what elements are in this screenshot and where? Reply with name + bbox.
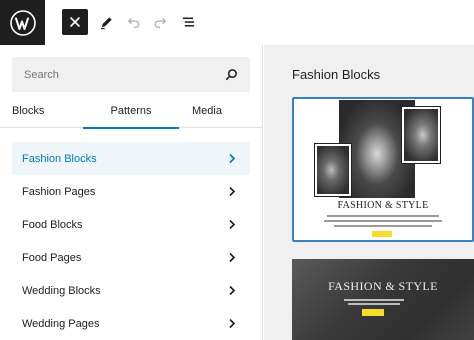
text-placeholder-line — [348, 303, 400, 305]
search-icon[interactable] — [225, 68, 238, 81]
text-placeholder-line — [334, 225, 432, 227]
wordpress-logo-glyph — [9, 9, 36, 36]
pattern-category-list: Fashion Blocks Fashion Pages Food Blocks… — [12, 142, 250, 340]
pattern-heading: FASHION & STYLE — [337, 200, 429, 211]
undo-button[interactable] — [121, 9, 147, 35]
text-placeholder-line — [324, 220, 442, 222]
redo-icon — [154, 18, 166, 28]
chevron-right-icon — [229, 318, 236, 329]
category-item[interactable]: Fashion Blocks — [12, 142, 250, 175]
pattern-preview-card[interactable]: FASHION & STYLE — [292, 259, 474, 340]
tab-media[interactable]: Media — [192, 98, 222, 128]
text-placeholder-line — [344, 299, 404, 301]
editor-window: Blocks Patterns Media Fashion Blocks Fas… — [0, 0, 474, 340]
category-label: Food Pages — [22, 251, 82, 264]
inserter-tabs: Blocks Patterns Media — [0, 98, 263, 129]
wordpress-icon[interactable] — [0, 0, 45, 45]
block-inserter-panel: Blocks Patterns Media Fashion Blocks Fas… — [0, 45, 263, 340]
chevron-right-icon — [229, 285, 236, 296]
close-icon — [70, 17, 80, 27]
close-inserter-button[interactable] — [62, 9, 88, 35]
text-placeholder-line — [327, 215, 439, 217]
pattern-preview-card[interactable]: FASHION & STYLE — [292, 97, 474, 242]
pattern-heading: FASHION & STYLE — [328, 279, 438, 293]
category-label: Food Blocks — [22, 218, 83, 231]
category-label: Fashion Blocks — [22, 152, 97, 165]
category-label: Wedding Blocks — [22, 284, 101, 297]
category-item[interactable]: Fashion Pages — [12, 175, 250, 208]
search-input[interactable] — [12, 57, 250, 92]
pattern-preview-content: FASHION & STYLE — [294, 99, 472, 240]
chevron-right-icon — [229, 252, 236, 263]
active-tab-indicator — [83, 127, 179, 129]
top-toolbar — [0, 0, 474, 45]
category-label: Wedding Pages — [22, 317, 100, 330]
tab-patterns-label: Patterns — [110, 105, 152, 117]
pattern-button-swatch — [362, 309, 384, 316]
category-label: Fashion Pages — [22, 185, 96, 198]
chevron-right-icon — [229, 153, 236, 164]
tab-blocks[interactable]: Blocks — [12, 98, 44, 128]
fashion-photo — [401, 106, 441, 164]
fashion-photo — [314, 143, 352, 197]
category-item[interactable]: Wedding Pages — [12, 307, 250, 340]
search-box — [12, 57, 250, 92]
list-view-icon — [182, 17, 194, 27]
redo-button[interactable] — [147, 9, 173, 35]
list-view-button[interactable] — [175, 9, 201, 35]
chevron-right-icon — [229, 219, 236, 230]
pattern-preview-panel: Fashion Blocks FASHION & STYLE FASHION &… — [264, 45, 474, 340]
category-item[interactable]: Food Blocks — [12, 208, 250, 241]
tab-patterns[interactable]: Patterns — [83, 98, 179, 129]
pattern-button-swatch — [372, 231, 392, 237]
preview-title: Fashion Blocks — [292, 67, 381, 82]
pencil-icon — [100, 16, 112, 29]
category-item[interactable]: Wedding Blocks — [12, 274, 250, 307]
chevron-right-icon — [229, 186, 236, 197]
category-item[interactable]: Food Pages — [12, 241, 250, 274]
undo-icon — [128, 18, 140, 28]
tools-button[interactable] — [93, 9, 119, 35]
